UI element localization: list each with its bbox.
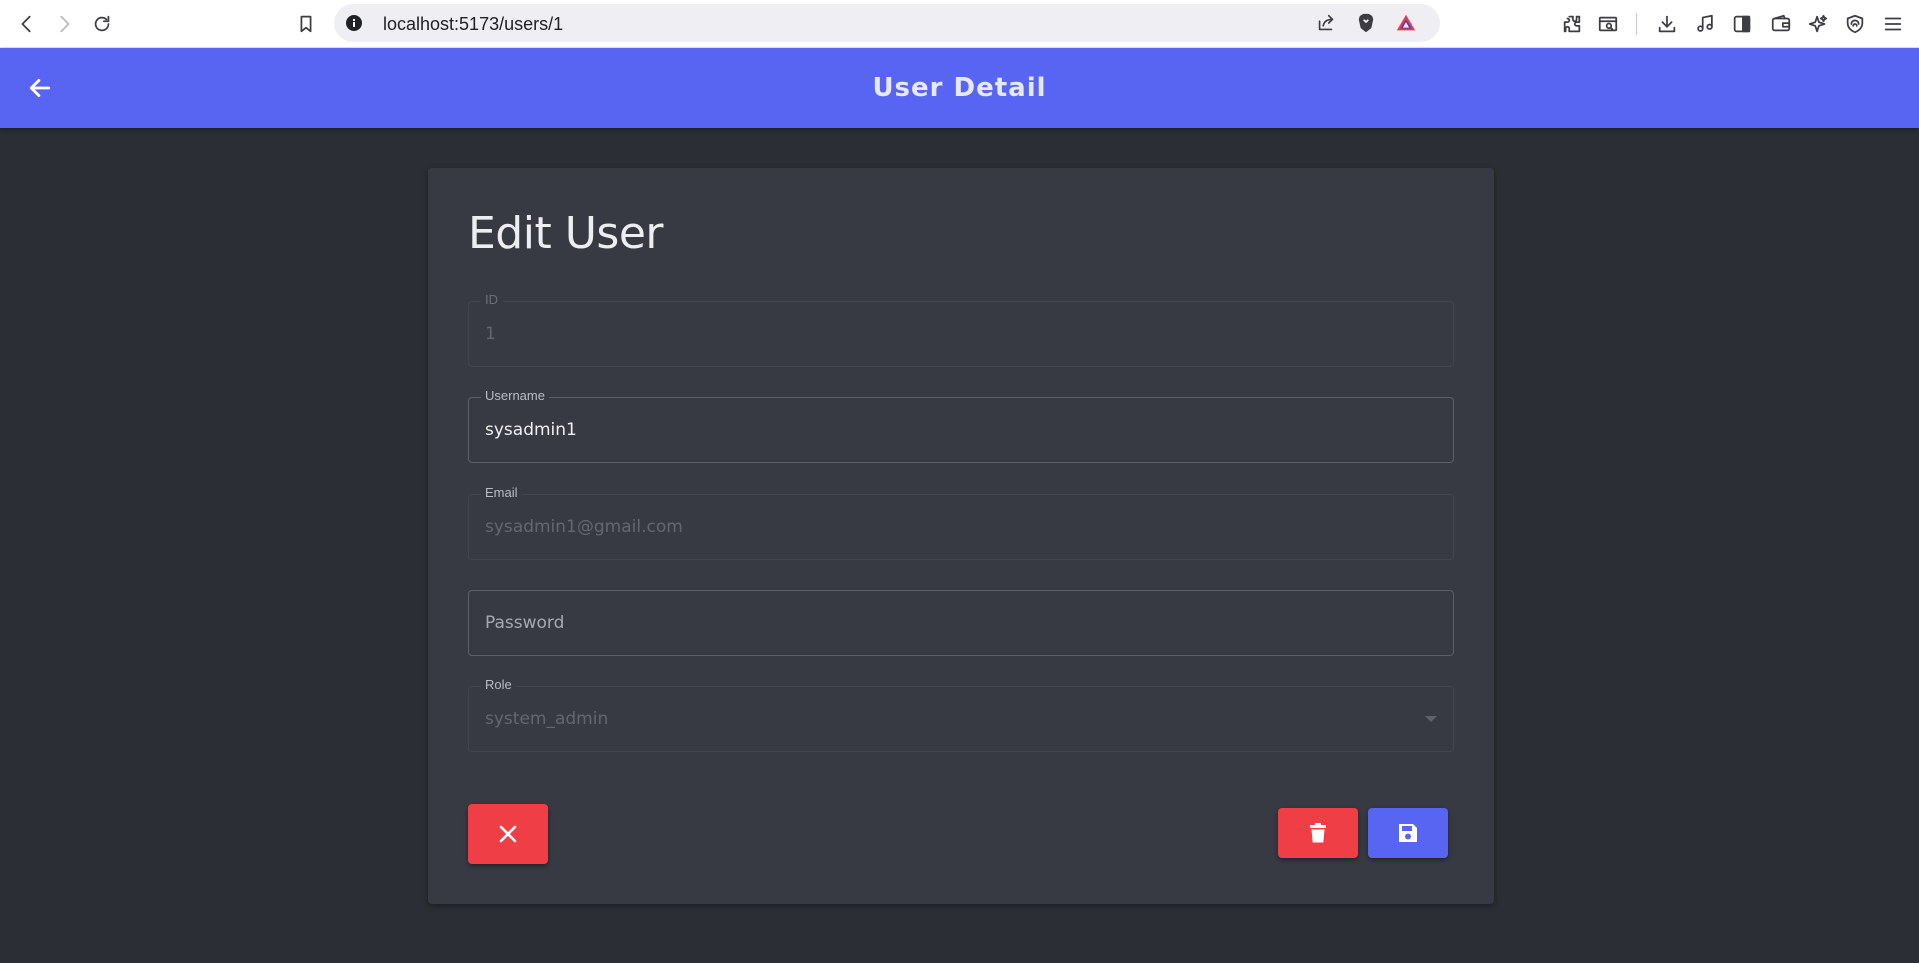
email-value: sysadmin1@gmail.com bbox=[485, 517, 683, 537]
floppy-disk-icon bbox=[1399, 824, 1417, 842]
downloads-icon[interactable] bbox=[1652, 9, 1682, 39]
role-label: Role bbox=[481, 677, 516, 693]
reload-icon[interactable] bbox=[87, 9, 117, 39]
page-title: User Detail bbox=[872, 73, 1047, 103]
arrow-left-icon bbox=[29, 79, 51, 97]
brave-shield-icon[interactable] bbox=[1352, 9, 1380, 37]
back-button[interactable] bbox=[20, 68, 60, 108]
extensions-icon[interactable] bbox=[1557, 9, 1587, 39]
role-select: Role system_admin bbox=[468, 677, 1454, 752]
password-field[interactable] bbox=[468, 590, 1454, 656]
media-icon[interactable] bbox=[1690, 9, 1720, 39]
chevron-down-icon bbox=[1425, 716, 1437, 722]
trash-icon bbox=[1310, 823, 1326, 843]
password-input[interactable] bbox=[469, 591, 1453, 655]
email-field: Email sysadmin1@gmail.com bbox=[468, 485, 1454, 560]
id-field: ID 1 bbox=[468, 292, 1454, 367]
share-icon[interactable] bbox=[1312, 9, 1340, 37]
forward-icon[interactable] bbox=[49, 9, 79, 39]
username-field[interactable]: Username sysadmin1 bbox=[468, 388, 1454, 463]
cancel-button[interactable] bbox=[468, 804, 548, 864]
username-value[interactable]: sysadmin1 bbox=[485, 420, 577, 440]
sidebar-icon[interactable] bbox=[1727, 9, 1757, 39]
toolbar-divider bbox=[1636, 13, 1637, 35]
back-icon[interactable] bbox=[12, 9, 42, 39]
reader-mode-icon[interactable] bbox=[1593, 9, 1623, 39]
save-button[interactable] bbox=[1368, 808, 1448, 858]
url-text[interactable]: localhost:5173/users/1 bbox=[383, 14, 563, 35]
username-label: Username bbox=[481, 388, 549, 404]
close-icon bbox=[499, 825, 517, 843]
brave-rewards-icon[interactable] bbox=[1392, 9, 1420, 37]
menu-icon[interactable] bbox=[1878, 9, 1908, 39]
email-label: Email bbox=[481, 485, 522, 501]
edit-user-card: Edit User ID 1 Username sysadmin1 Email … bbox=[428, 168, 1494, 904]
id-label: ID bbox=[481, 292, 502, 308]
vpn-icon[interactable] bbox=[1840, 9, 1870, 39]
wallet-icon[interactable] bbox=[1766, 9, 1796, 39]
role-value: system_admin bbox=[485, 709, 609, 729]
address-bar[interactable]: localhost:5173/users/1 bbox=[334, 4, 1440, 42]
bookmark-icon[interactable] bbox=[291, 9, 321, 39]
app-bar: User Detail bbox=[0, 48, 1919, 128]
id-value: 1 bbox=[485, 324, 496, 344]
form-title: Edit User bbox=[468, 208, 663, 259]
leo-ai-icon[interactable] bbox=[1803, 9, 1833, 39]
delete-button[interactable] bbox=[1278, 808, 1358, 858]
browser-toolbar: localhost:5173/users/1 bbox=[0, 0, 1919, 48]
site-info-icon[interactable] bbox=[344, 13, 364, 33]
